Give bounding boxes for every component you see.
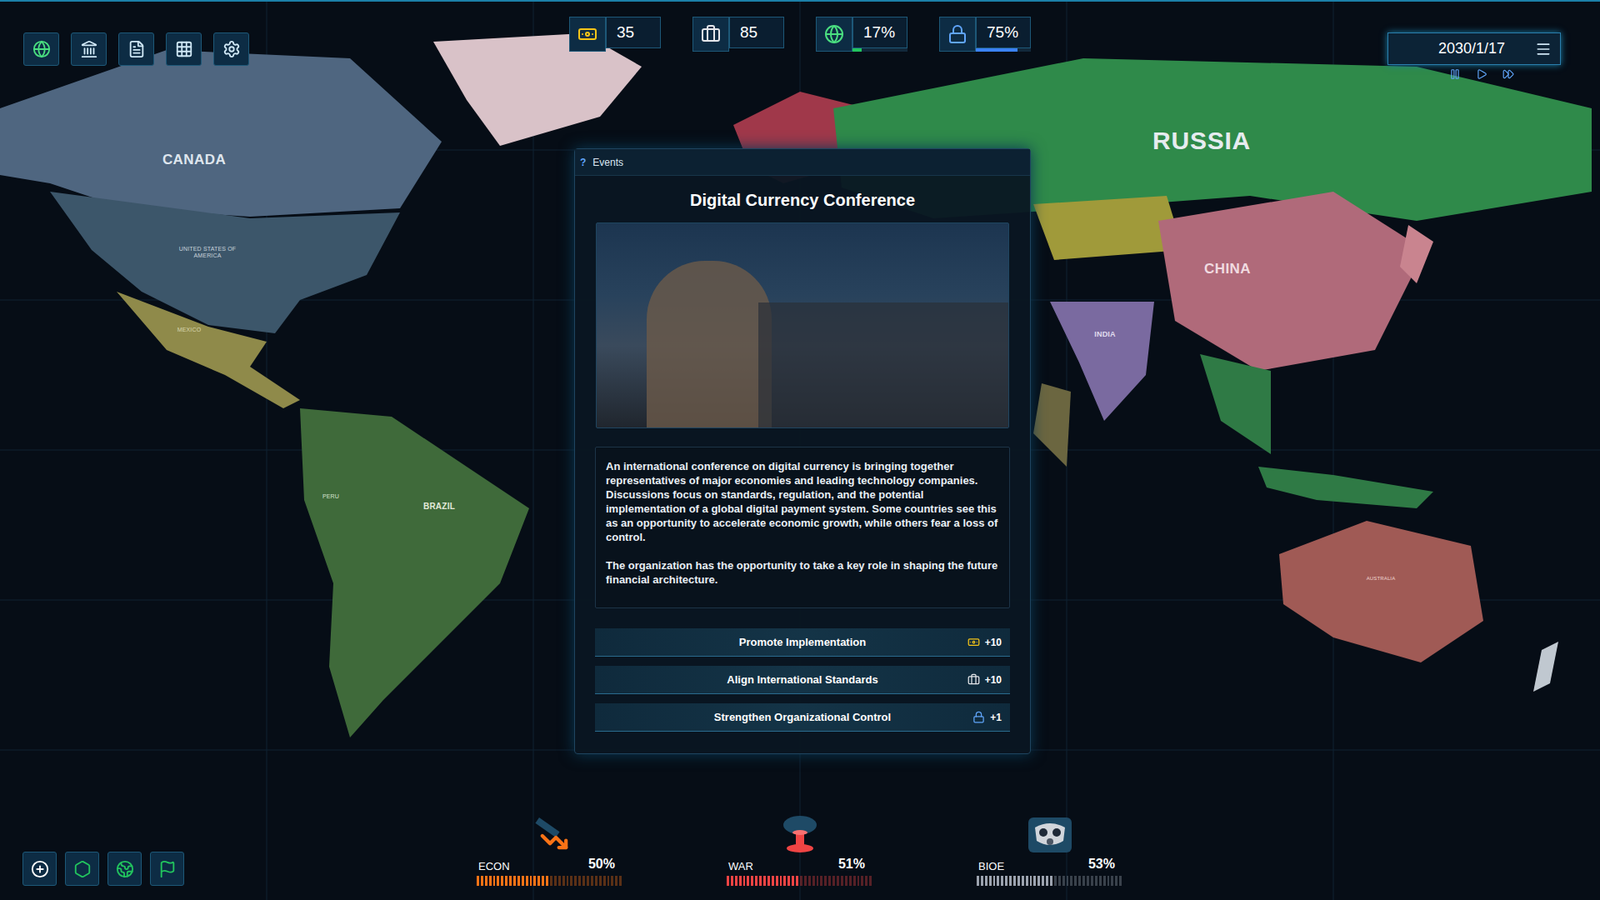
- threat-meter: WAR 51%: [726, 815, 874, 886]
- map-label: INDIA: [1094, 329, 1116, 341]
- toolbar-button[interactable]: [165, 32, 202, 66]
- event-description: An international conference on digital c…: [595, 446, 1010, 609]
- resource-counter: 75%: [939, 16, 1031, 52]
- add-icon: [30, 860, 50, 879]
- meter-label: WAR: [728, 858, 754, 875]
- resource-value: 17%: [852, 16, 908, 49]
- document-icon: [127, 40, 146, 59]
- mushroom-cloud-icon: [773, 814, 827, 855]
- meter-reading: 51%: [838, 854, 865, 875]
- map-label: BRAZIL: [423, 500, 455, 513]
- time-panel: 2030/1/17: [1030, 16, 1600, 80]
- meter-bar: [476, 875, 624, 886]
- bank-icon: [80, 40, 99, 59]
- toolbar-button[interactable]: [118, 32, 155, 66]
- econ-icon: [530, 820, 570, 855]
- lock-icon: [947, 24, 968, 45]
- meter-reading: 50%: [588, 854, 615, 875]
- money-icon: [577, 24, 598, 45]
- fast-forward-icon[interactable]: [1502, 68, 1515, 80]
- meter-bar: [976, 875, 1124, 886]
- date-display: 2030/1/17: [1387, 32, 1561, 65]
- map-label: PERU: [322, 492, 340, 502]
- resource-bar: 35 85 17% 75%: [569, 16, 1031, 52]
- threat-meter: ECON 50%: [476, 815, 624, 886]
- game-screen: CANADA UNITED STATES OF AMERICA MEXICO PERU…: [0, 0, 1600, 900]
- hexagon-icon: [73, 860, 92, 879]
- option-button[interactable]: Promote Implementation+10: [595, 628, 1010, 657]
- money-icon: [967, 635, 980, 649]
- globe-emblem-icon: [824, 24, 845, 45]
- option-reward: +10: [967, 672, 1002, 688]
- emblem-icon: [32, 40, 51, 59]
- bottom-toolbar: [0, 851, 477, 886]
- speed-controls: [1449, 68, 1515, 80]
- map-label: UNITED STATES OF AMERICA: [178, 245, 237, 260]
- dialog-header: ?Events: [575, 149, 1030, 176]
- gear-icon: [222, 40, 241, 59]
- map-label: CHINA: [1204, 258, 1251, 280]
- bottom-bar: ECON 50% WAR 51% BIOE 53%: [0, 815, 1600, 900]
- map-label: AUSTRALIA: [1366, 575, 1396, 583]
- bottom-toolbar-button[interactable]: [65, 851, 100, 886]
- event-options: Promote Implementation+10 Align Internati…: [595, 628, 1010, 732]
- resource-counter: 85: [692, 16, 785, 52]
- description-paragraph: The organization has the opportunity to …: [605, 558, 1000, 587]
- play-icon[interactable]: [1475, 68, 1488, 80]
- option-reward: +1: [972, 710, 1002, 725]
- bottom-toolbar-button[interactable]: [107, 851, 142, 886]
- meter-reading: 53%: [1088, 854, 1115, 875]
- threat-meter: BIOE 53%: [976, 815, 1124, 886]
- meter-bar: [726, 875, 874, 886]
- top-bar: 35 85 17% 75% 2030/1/17: [0, 0, 1600, 80]
- event-title: Digital Currency Conference: [595, 187, 1010, 213]
- flag-icon: [158, 860, 177, 879]
- option-reward: +10: [967, 635, 1002, 650]
- bottom-toolbar-button[interactable]: [150, 851, 185, 886]
- resource-value: 35: [605, 16, 661, 49]
- toolbar-button[interactable]: [23, 32, 60, 66]
- threat-meters: ECON 50% WAR 51% BIOE 53%: [476, 815, 1124, 886]
- map-label: MEXICO: [177, 325, 202, 335]
- option-button[interactable]: Strengthen Organizational Control+1: [595, 703, 1010, 732]
- grid-icon: [175, 40, 194, 59]
- map-label: CANADA: [162, 149, 226, 171]
- resource-counter: 17%: [815, 16, 908, 52]
- toolbar-button[interactable]: [70, 32, 107, 66]
- resource-value: 85: [729, 16, 785, 49]
- option-button[interactable]: Align International Standards+10: [595, 665, 1010, 695]
- resource-value: 75%: [975, 16, 1031, 49]
- bottom-toolbar-button[interactable]: [22, 851, 57, 886]
- event-image: [595, 222, 1010, 429]
- lock-icon: [972, 710, 985, 724]
- resource-bar-track: [852, 48, 908, 52]
- briefcase-icon: [700, 24, 721, 45]
- gas-mask-icon: [1026, 815, 1074, 855]
- event-dialog: ?Events Digital Currency Conference An int…: [574, 148, 1031, 755]
- resource-bar-track: [975, 48, 1031, 52]
- resource-counter: 35: [569, 16, 661, 52]
- meter-label: ECON: [478, 858, 510, 875]
- help-icon[interactable]: ?: [580, 155, 586, 170]
- briefcase-icon: [967, 673, 980, 686]
- pause-icon[interactable]: [1449, 68, 1461, 80]
- world-icon: [115, 860, 135, 879]
- main-toolbar: [0, 16, 570, 66]
- meter-label: BIOE: [978, 858, 1005, 875]
- map-label: RUSSIA: [1152, 121, 1251, 160]
- toolbar-button[interactable]: [213, 32, 250, 66]
- description-paragraph: An international conference on digital c…: [605, 459, 1000, 545]
- menu-icon[interactable]: [1535, 40, 1552, 58]
